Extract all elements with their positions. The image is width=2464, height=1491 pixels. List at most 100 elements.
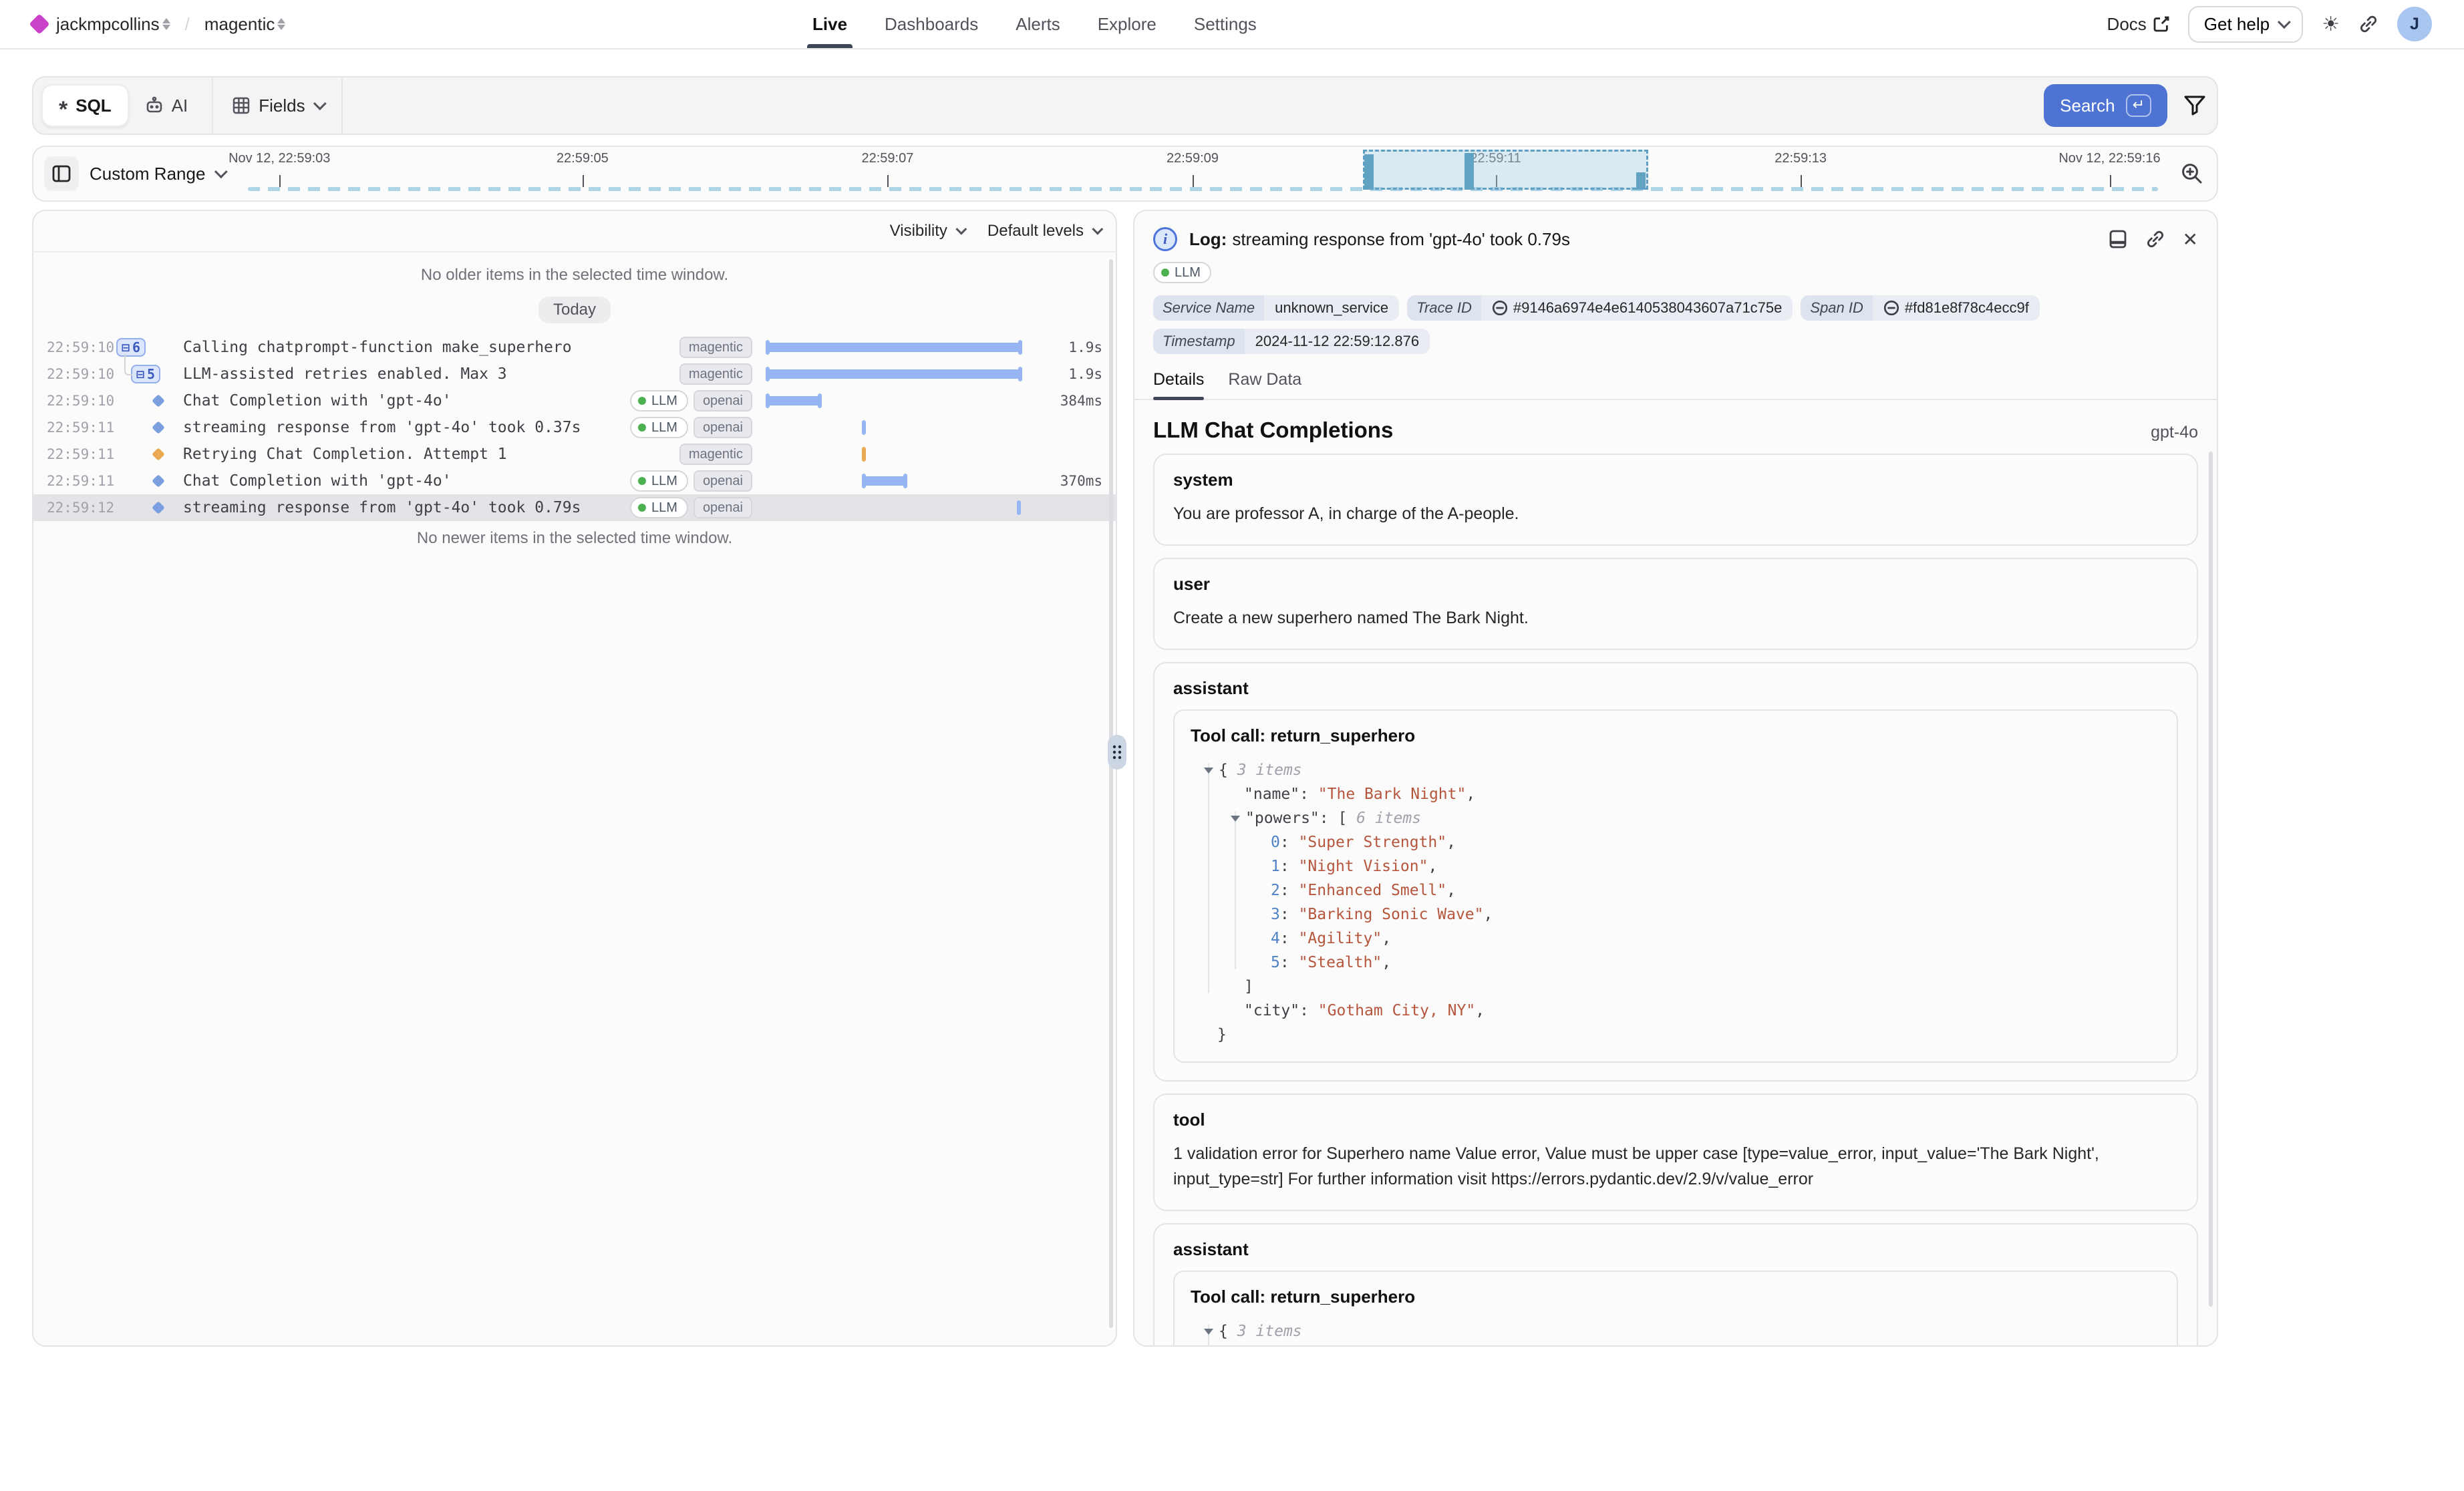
- json-line: 5: "Stealth",: [1191, 951, 2161, 975]
- tool-call-title: Tool call: return_superhero: [1191, 1287, 2161, 1307]
- collapse-caret-icon[interactable]: [1204, 1329, 1213, 1335]
- span-bar-track: [766, 498, 1033, 517]
- json-line: 4: "Agility",: [1191, 927, 2161, 951]
- panel-resize-handle[interactable]: [1108, 735, 1126, 770]
- green-dot-icon: [638, 477, 646, 485]
- org-switcher[interactable]: jackmpcollins: [56, 14, 170, 35]
- log-row[interactable]: 22:59:10⊟5LLM-assisted retries enabled. …: [33, 361, 1116, 387]
- collapse-caret-icon[interactable]: [1231, 816, 1240, 822]
- histogram-bar: [1636, 172, 1646, 190]
- toggle-sidebar-button[interactable]: [44, 156, 79, 191]
- filter-button[interactable]: [2183, 94, 2206, 117]
- log-row[interactable]: 22:59:10⊟6Calling chatprompt-function ma…: [33, 334, 1116, 361]
- duration-label: 370ms: [1033, 473, 1102, 489]
- tab-live[interactable]: Live: [812, 0, 847, 48]
- json-token-punc: {: [1219, 762, 1237, 779]
- detail-tabs: Details Raw Data: [1134, 354, 2217, 400]
- message-card-system: systemYou are professor A, in charge of …: [1153, 454, 2198, 546]
- log-tree-cell: [116, 503, 183, 512]
- query-input[interactable]: [343, 77, 2044, 134]
- log-timestamp: 22:59:10: [47, 339, 116, 355]
- tab-details[interactable]: Details: [1153, 370, 1204, 399]
- log-row[interactable]: 22:59:11Chat Completion with 'gpt-4o'LLM…: [33, 468, 1116, 494]
- visibility-dropdown[interactable]: Visibility: [890, 222, 963, 240]
- copy-link-button[interactable]: [2145, 228, 2165, 251]
- get-help-button[interactable]: Get help: [2188, 6, 2303, 43]
- message-text: You are professor A, in charge of the A-…: [1173, 501, 2178, 527]
- dock-panel-button[interactable]: [2108, 228, 2128, 251]
- json-token-punc: ,: [1382, 954, 1391, 971]
- breadcrumb: jackmpcollins / magentic: [32, 14, 285, 35]
- link-icon: [1883, 300, 1899, 316]
- trace-id-pill[interactable]: Trace ID #9146a6974e4e6140538043607a71c7…: [1407, 295, 1793, 321]
- tab-explore[interactable]: Explore: [1098, 0, 1157, 48]
- json-token-idx: 2: [1271, 882, 1280, 899]
- detail-scrollbar[interactable]: [2209, 452, 2213, 1307]
- json-token-punc: :: [1280, 882, 1299, 899]
- green-dot-icon: [638, 397, 646, 405]
- message-role: tool: [1173, 1110, 2178, 1130]
- tab-dashboards[interactable]: Dashboards: [885, 0, 978, 48]
- timeline-tick-label: 22:59:07: [861, 151, 913, 166]
- theme-toggle-button[interactable]: ☀: [2322, 13, 2340, 36]
- section-title: LLM Chat Completions: [1153, 418, 2151, 443]
- timeline-tick-label: Nov 12, 22:59:16: [2058, 151, 2160, 166]
- span-id-pill[interactable]: Span ID #fd81e8f78c4ecc9f: [1801, 295, 2039, 321]
- log-row[interactable]: 22:59:10Chat Completion with 'gpt-4o'LLM…: [33, 387, 1116, 414]
- info-icon: i: [1153, 227, 1177, 251]
- timeline-tick-label: 22:59:13: [1775, 151, 1827, 166]
- levels-dropdown[interactable]: Default levels: [987, 222, 1100, 240]
- log-row[interactable]: 22:59:12streaming response from 'gpt-4o'…: [33, 494, 1116, 521]
- timeline: Custom Range Nov 12, 22:59:0322:59:0522:…: [32, 146, 2218, 202]
- json-token-punc: ,: [1484, 906, 1493, 923]
- close-button[interactable]: ✕: [2183, 228, 2198, 251]
- span-duration-bar: [766, 343, 1022, 352]
- time-range-dropdown[interactable]: Custom Range: [90, 164, 224, 184]
- timeline-histogram[interactable]: Nov 12, 22:59:0322:59:0522:59:0722:59:09…: [248, 147, 2203, 200]
- json-token-punc: ,: [1466, 786, 1475, 803]
- log-tree-cell: [116, 450, 183, 459]
- log-message: LLM-assisted retries enabled. Max 3: [183, 365, 679, 383]
- timeline-tick-label: 22:59:05: [557, 151, 609, 166]
- tab-alerts[interactable]: Alerts: [1016, 0, 1060, 48]
- json-token-str: "Stealth": [1299, 954, 1382, 971]
- top-nav: jackmpcollins / magentic Live Dashboards A…: [0, 0, 2464, 49]
- message-role: assistant: [1173, 678, 2178, 699]
- avatar[interactable]: J: [2397, 7, 2432, 41]
- main-tabs: Live Dashboards Alerts Explore Settings: [812, 0, 1257, 48]
- json-token-punc: ,: [1446, 834, 1456, 851]
- json-token-punc: ,: [1475, 1002, 1485, 1019]
- funnel-icon: [2183, 94, 2206, 117]
- log-scrollbar[interactable]: [1109, 259, 1113, 1328]
- log-tree-cell: [116, 476, 183, 486]
- fields-button[interactable]: Fields: [212, 76, 342, 135]
- json-line: "name": "THE BARK NIGHT",: [1191, 1343, 2161, 1347]
- duration-label: 1.9s: [1033, 339, 1102, 355]
- chevron-down-icon: [2278, 15, 2291, 29]
- tab-settings[interactable]: Settings: [1194, 0, 1257, 48]
- collapse-count-badge[interactable]: ⊟5: [131, 365, 160, 383]
- share-link-button[interactable]: [2358, 14, 2378, 34]
- message-card-assistant: assistantTool call: return_superhero{ 3 …: [1153, 1223, 2198, 1347]
- json-line: }: [1191, 1023, 2161, 1047]
- zoom-in-button[interactable]: [2181, 162, 2203, 185]
- log-tags: magentic: [679, 363, 752, 385]
- log-row[interactable]: 22:59:11streaming response from 'gpt-4o'…: [33, 414, 1116, 441]
- sql-mode-button[interactable]: * SQL: [41, 84, 129, 127]
- search-button[interactable]: Search ↵: [2044, 84, 2167, 127]
- timeline-selection[interactable]: [1363, 150, 1648, 190]
- green-dot-icon: [638, 504, 646, 512]
- tab-raw-data[interactable]: Raw Data: [1228, 370, 1301, 399]
- log-rows: 22:59:10⊟6Calling chatprompt-function ma…: [33, 334, 1116, 521]
- json-token-str: "Night Vision": [1299, 858, 1428, 875]
- json-token-str: "Agility": [1299, 930, 1382, 947]
- json-token-punc: : [: [1320, 810, 1356, 827]
- collapse-caret-icon[interactable]: [1204, 768, 1213, 774]
- ai-mode-button[interactable]: AI: [129, 84, 204, 127]
- robot-icon: [145, 96, 164, 115]
- docs-link[interactable]: Docs: [2107, 14, 2169, 35]
- panel-left-icon: [51, 164, 71, 184]
- service-name-pill: Service Name unknown_service: [1153, 295, 1399, 321]
- log-row[interactable]: 22:59:11Retrying Chat Completion. Attemp…: [33, 441, 1116, 468]
- project-switcher[interactable]: magentic: [204, 14, 286, 35]
